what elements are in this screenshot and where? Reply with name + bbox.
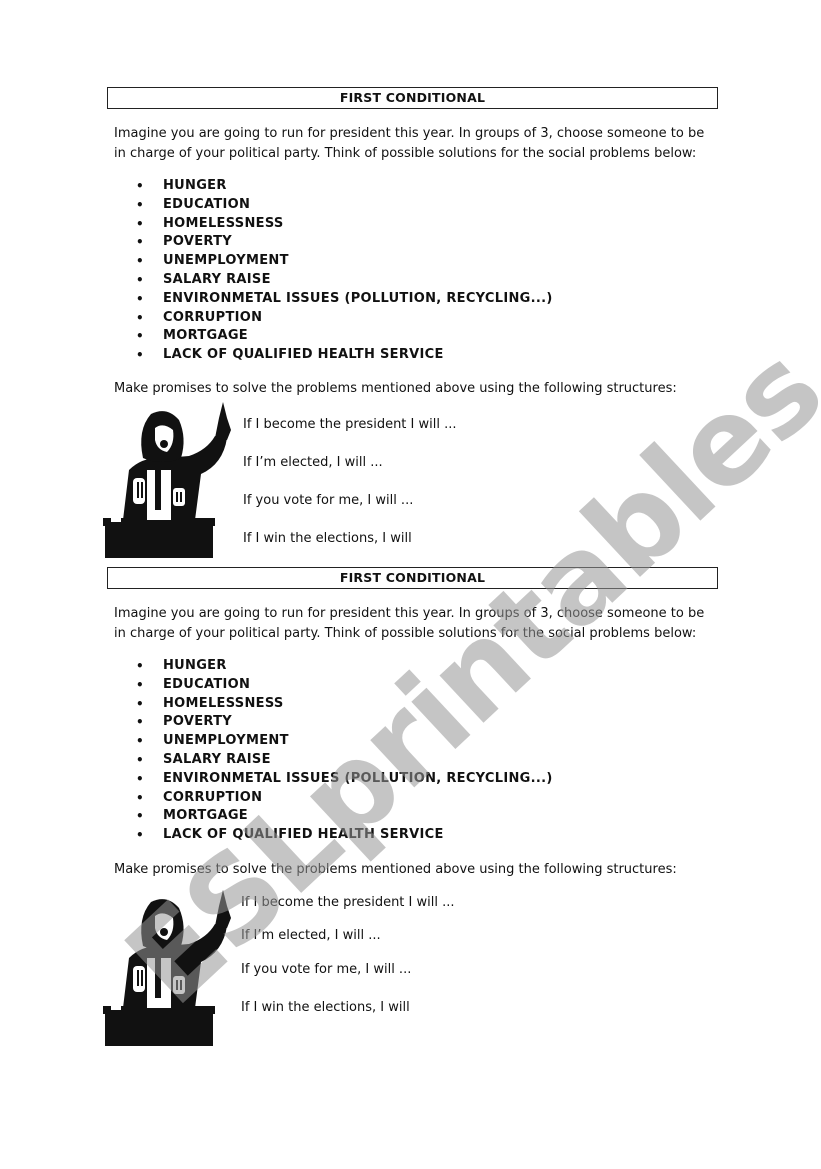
list-item: • LACK OF QUALIFIED HEALTH SERVICE <box>136 346 553 365</box>
bullet-icon: • <box>136 291 144 306</box>
problem-label: POVERTY <box>163 714 232 730</box>
intro-paragraph: Imagine you are going to run for preside… <box>114 126 705 161</box>
problem-label: HOMELESSNESS <box>163 695 284 711</box>
problem-label: ENVIRONMETAL ISSUES (POLLUTION, RECYCLIN… <box>163 290 553 306</box>
problems-list: • HUNGER • EDUCATION • HOMELESSNESS • POVERT… <box>136 177 553 365</box>
list-item: • POVERTY <box>136 713 553 732</box>
instruction-text: Make promises to solve the problems ment… <box>114 381 677 396</box>
bullet-icon: • <box>136 254 144 269</box>
problem-label: CORRUPTION <box>163 309 263 325</box>
bullet-icon: • <box>136 677 144 692</box>
structure-sentence: If I’m elected, I will ... <box>241 928 381 943</box>
section-title: FIRST CONDITIONAL <box>107 567 718 589</box>
problem-label: POVERTY <box>163 234 232 250</box>
problem-label: LACK OF QUALIFIED HEALTH SERVICE <box>163 827 444 843</box>
list-item: • UNEMPLOYMENT <box>136 252 553 271</box>
problem-label: HUNGER <box>163 178 227 193</box>
bullet-icon: • <box>136 715 144 730</box>
problem-label: CORRUPTION <box>163 789 263 805</box>
intro-paragraph: Imagine you are going to run for preside… <box>114 606 705 641</box>
problem-label: UNEMPLOYMENT <box>163 733 289 749</box>
problem-label: LACK OF QUALIFIED HEALTH SERVICE <box>163 347 444 363</box>
bullet-icon: • <box>136 696 144 711</box>
bullet-icon: • <box>136 348 144 363</box>
list-item: • SALARY RAISE <box>136 751 553 770</box>
bullet-icon: • <box>136 272 144 287</box>
bullet-icon: • <box>136 734 144 749</box>
list-item: • SALARY RAISE <box>136 271 553 290</box>
problem-label: EDUCATION <box>163 676 251 692</box>
bullet-icon: • <box>136 235 144 250</box>
problem-label: MORTGAGE <box>163 328 248 344</box>
bullet-icon: • <box>136 752 144 767</box>
problem-label: SALARY RAISE <box>163 271 271 287</box>
list-item: • POVERTY <box>136 233 553 252</box>
structure-sentence: If you vote for me, I will ... <box>243 493 414 508</box>
bullet-icon: • <box>136 329 144 344</box>
structure-sentence: If I become the president I will ... <box>243 417 457 432</box>
list-item: • HUNGER <box>136 177 553 196</box>
bullet-icon: • <box>136 310 144 325</box>
structure-sentence: If I win the elections, I will <box>241 1000 410 1015</box>
list-item: • HOMELESSNESS <box>136 695 553 714</box>
list-item: • MORTGAGE <box>136 807 553 826</box>
instruction-text: Make promises to solve the problems ment… <box>114 862 677 877</box>
bullet-icon: • <box>136 216 144 231</box>
list-item: • EDUCATION <box>136 196 553 215</box>
bullet-icon: • <box>136 771 144 786</box>
list-item: • UNEMPLOYMENT <box>136 732 553 751</box>
problems-list: • HUNGER • EDUCATION • HOMELESSNESS • POVERT… <box>136 657 553 845</box>
problem-label: ENVIRONMETAL ISSUES (POLLUTION, RECYCLIN… <box>163 770 553 786</box>
problem-label: HUNGER <box>163 658 227 673</box>
list-item: • EDUCATION <box>136 676 553 695</box>
list-item: • HUNGER <box>136 657 553 676</box>
bullet-icon: • <box>136 179 144 193</box>
podium-shape <box>105 522 213 558</box>
podium-shape <box>105 1010 213 1046</box>
bullet-icon: • <box>136 197 144 212</box>
problem-label: UNEMPLOYMENT <box>163 253 289 269</box>
list-item: • CORRUPTION <box>136 309 553 328</box>
bullet-icon: • <box>136 790 144 805</box>
section-title: FIRST CONDITIONAL <box>107 87 718 109</box>
list-item: • ENVIRONMETAL ISSUES (POLLUTION, RECYCLI… <box>136 770 553 789</box>
list-item: • HOMELESSNESS <box>136 215 553 234</box>
bullet-icon: • <box>136 828 144 843</box>
structure-sentence: If you vote for me, I will ... <box>241 962 412 977</box>
bullet-icon: • <box>136 659 144 673</box>
problem-label: SALARY RAISE <box>163 751 271 767</box>
list-item: • MORTGAGE <box>136 327 553 346</box>
structure-sentence: If I become the president I will ... <box>241 895 455 910</box>
problem-label: HOMELESSNESS <box>163 215 284 231</box>
worksheet-page: FIRST CONDITIONAL Imagine you are going … <box>0 0 821 1169</box>
list-item: • ENVIRONMETAL ISSUES (POLLUTION, RECYCLI… <box>136 290 553 309</box>
structure-sentence: If I win the elections, I will <box>243 531 412 546</box>
list-item: • LACK OF QUALIFIED HEALTH SERVICE <box>136 826 553 845</box>
politician-illustration <box>103 402 231 558</box>
list-item: • CORRUPTION <box>136 789 553 808</box>
problem-label: EDUCATION <box>163 196 251 212</box>
problem-label: MORTGAGE <box>163 808 248 824</box>
politician-illustration <box>103 890 231 1046</box>
structure-sentence: If I’m elected, I will ... <box>243 455 383 470</box>
bullet-icon: • <box>136 809 144 824</box>
